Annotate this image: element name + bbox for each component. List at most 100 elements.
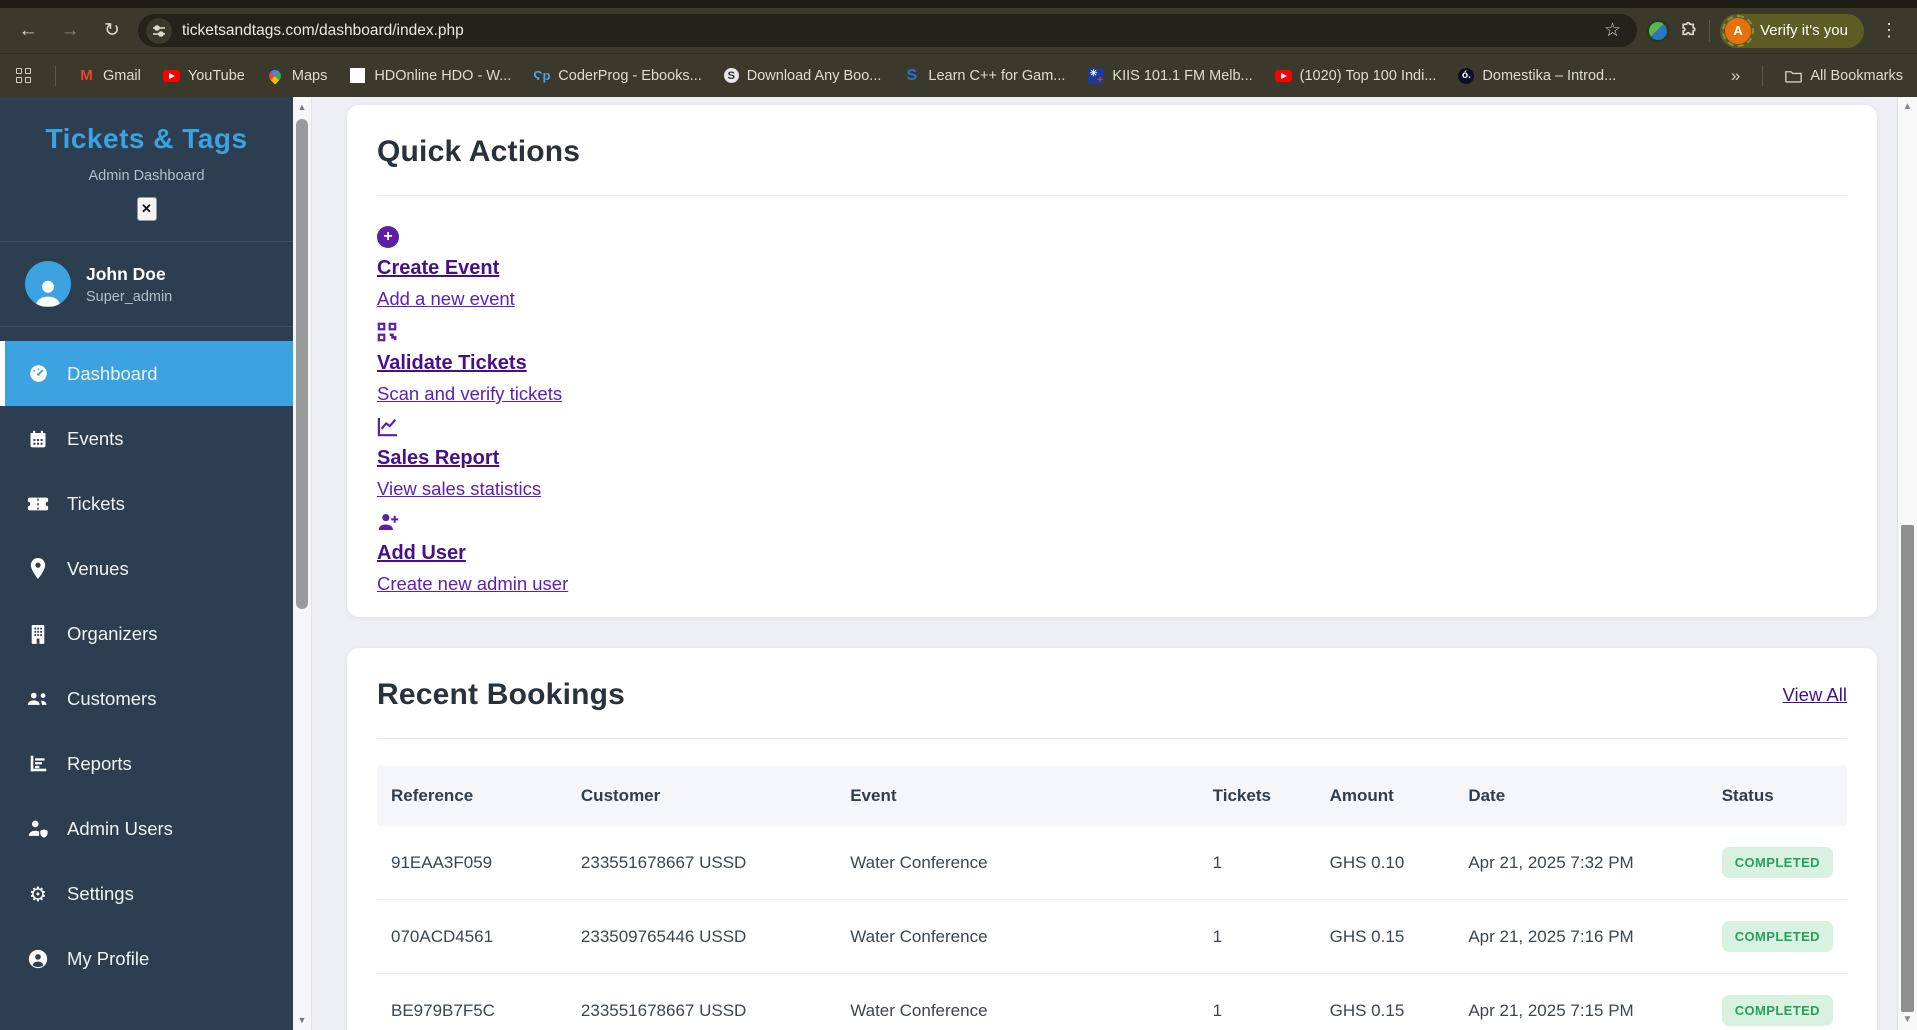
gmail-icon: M <box>80 67 93 84</box>
maps-pin-icon <box>266 67 284 84</box>
sidebar-item-reports[interactable]: Reports <box>0 731 293 796</box>
create-event-sublink[interactable]: Add a new event <box>377 288 515 310</box>
sales-report-sublink[interactable]: View sales statistics <box>377 478 541 500</box>
quick-action-validate-tickets: Validate Tickets Scan and verify tickets <box>377 319 1847 408</box>
user-name: John Doe <box>86 263 166 284</box>
page-scrollbar[interactable]: ▲ ▼ <box>1897 97 1917 1030</box>
col-status: Status <box>1721 786 1774 805</box>
forward-button[interactable]: → <box>54 15 86 47</box>
bookmark-learn-cpp[interactable]: S Learn C++ for Gam... <box>903 66 1066 84</box>
col-amount: Amount <box>1329 786 1394 805</box>
gauge-icon <box>27 363 49 384</box>
sidebar-item-tickets[interactable]: Tickets <box>0 471 293 536</box>
sidebar-item-venues[interactable]: Venues <box>0 536 293 601</box>
add-user-link[interactable]: Add User <box>377 542 466 565</box>
site-settings-icon[interactable] <box>146 17 172 44</box>
bookmarks-overflow-icon[interactable]: » <box>1731 66 1740 86</box>
white-square-icon <box>350 68 366 83</box>
scroll-up-icon[interactable]: ▲ <box>293 100 311 114</box>
gear-icon: ⚙ <box>29 881 47 906</box>
sidebar-item-admin-users[interactable]: Admin Users <box>0 796 293 861</box>
url-text[interactable]: ticketsandtags.com/dashboard/index.php <box>182 22 1584 40</box>
globe-icon: S <box>723 68 739 83</box>
users-icon <box>27 690 49 708</box>
sidebar-item-events[interactable]: Events <box>0 406 293 471</box>
bookmark-domestika[interactable]: ó. Domestika – Introd... <box>1458 67 1616 84</box>
bookmarks-bar: M Gmail YouTube Maps HDOnline HDO - W...… <box>0 53 1917 97</box>
idm-extension-icon[interactable] <box>1647 19 1670 42</box>
sidebar-item-settings[interactable]: ⚙ Settings <box>0 861 293 926</box>
quick-actions-card: Quick Actions + Create Event Add a new e… <box>347 105 1877 617</box>
scroll-down-icon[interactable]: ▼ <box>1898 1012 1917 1028</box>
status-badge: COMPLETED <box>1721 847 1833 878</box>
recent-bookings-card: Recent Bookings View All Reference Custo… <box>347 648 1877 1030</box>
user-role: Super_admin <box>86 288 173 305</box>
blue-s-icon: S <box>906 66 918 84</box>
chart-line-icon <box>377 414 1847 440</box>
bookmark-top100[interactable]: (1020) Top 100 Indi... <box>1274 67 1436 84</box>
user-shield-icon <box>27 819 49 838</box>
address-bar[interactable]: ticketsandtags.com/dashboard/index.php ☆ <box>138 14 1638 47</box>
col-customer: Customer <box>580 786 661 805</box>
profile-avatar: A <box>1722 14 1755 47</box>
sidebar-item-my-profile[interactable]: My Profile <box>0 926 293 991</box>
domestika-icon: ó. <box>1458 67 1475 84</box>
bookmark-gmail[interactable]: M Gmail <box>78 67 141 84</box>
bookmark-coderprog[interactable]: Ϛp CoderProg - Ebooks... <box>533 67 702 84</box>
bookmark-hdonline[interactable]: HDOnline HDO - W... <box>349 67 511 84</box>
table-row: 91EAA3F059 233551678667 USSD Water Confe… <box>377 826 1847 900</box>
plus-circle-icon: + <box>377 224 1847 250</box>
bookmark-download-books[interactable]: S Download Any Boo... <box>723 68 881 84</box>
back-button[interactable]: ← <box>12 15 44 47</box>
ticket-icon <box>27 495 49 513</box>
australia-flag-icon <box>1087 67 1104 84</box>
quick-actions-title: Quick Actions <box>377 135 581 168</box>
youtube-icon <box>1274 69 1292 82</box>
chart-bar-icon <box>27 754 49 773</box>
reload-button[interactable]: ↻ <box>96 15 128 47</box>
col-date: Date <box>1468 786 1506 805</box>
sidebar-scrollbar[interactable]: ▲ ▼ <box>293 97 312 1030</box>
sidebar-header: Tickets & Tags Admin Dashboard ✕ <box>0 97 293 242</box>
validate-tickets-sublink[interactable]: Scan and verify tickets <box>377 383 562 405</box>
bookmark-youtube[interactable]: YouTube <box>162 67 245 84</box>
profile-verify-label: Verify it's you <box>1760 22 1848 39</box>
sidebar: Tickets & Tags Admin Dashboard ✕ John Do… <box>0 97 293 1030</box>
sidebar-item-customers[interactable]: Customers <box>0 666 293 731</box>
scroll-up-icon[interactable]: ▲ <box>1898 99 1917 115</box>
sidebar-item-organizers[interactable]: Organizers <box>0 601 293 666</box>
app-subtitle: Admin Dashboard <box>88 168 205 184</box>
status-badge: COMPLETED <box>1721 995 1833 1026</box>
bookmark-kiis[interactable]: KIIS 101.1 FM Melb... <box>1087 67 1253 84</box>
divider <box>377 738 1847 739</box>
browser-menu-icon[interactable]: ⋮ <box>1874 20 1905 41</box>
quick-action-sales-report: Sales Report View sales statistics <box>377 414 1847 503</box>
extensions-icon[interactable] <box>1679 21 1699 41</box>
broken-image-icon: ✕ <box>136 197 157 221</box>
avatar <box>25 261 71 307</box>
status-badge: COMPLETED <box>1721 921 1833 952</box>
apps-grid-icon[interactable] <box>14 66 33 85</box>
bookmark-star-icon[interactable]: ☆ <box>1594 19 1631 42</box>
user-plus-icon <box>377 509 1847 535</box>
map-pin-icon <box>27 558 49 579</box>
folder-icon <box>1785 69 1803 83</box>
view-all-link[interactable]: View All <box>1783 684 1847 706</box>
page-scrollbar-thumb[interactable] <box>1901 525 1914 1012</box>
sales-report-link[interactable]: Sales Report <box>377 447 499 470</box>
calendar-icon <box>27 429 49 449</box>
all-bookmarks-button[interactable]: All Bookmarks <box>1785 68 1903 84</box>
scroll-down-icon[interactable]: ▼ <box>293 1013 311 1027</box>
sidebar-scrollbar-thumb[interactable] <box>296 119 308 609</box>
building-icon <box>27 624 49 644</box>
user-circle-icon <box>27 949 49 969</box>
add-user-sublink[interactable]: Create new admin user <box>377 573 568 595</box>
quick-action-add-user: Add User Create new admin user <box>377 509 1847 598</box>
validate-tickets-link[interactable]: Validate Tickets <box>377 352 527 375</box>
create-event-link[interactable]: Create Event <box>377 257 499 280</box>
sidebar-item-dashboard[interactable]: Dashboard <box>0 341 293 406</box>
profile-verify-button[interactable]: A Verify it's you <box>1720 13 1864 48</box>
sidebar-menu: Dashboard Events Tickets Venues Organize… <box>0 341 293 991</box>
quick-action-create-event: + Create Event Add a new event <box>377 224 1847 313</box>
bookmark-maps[interactable]: Maps <box>266 67 327 84</box>
